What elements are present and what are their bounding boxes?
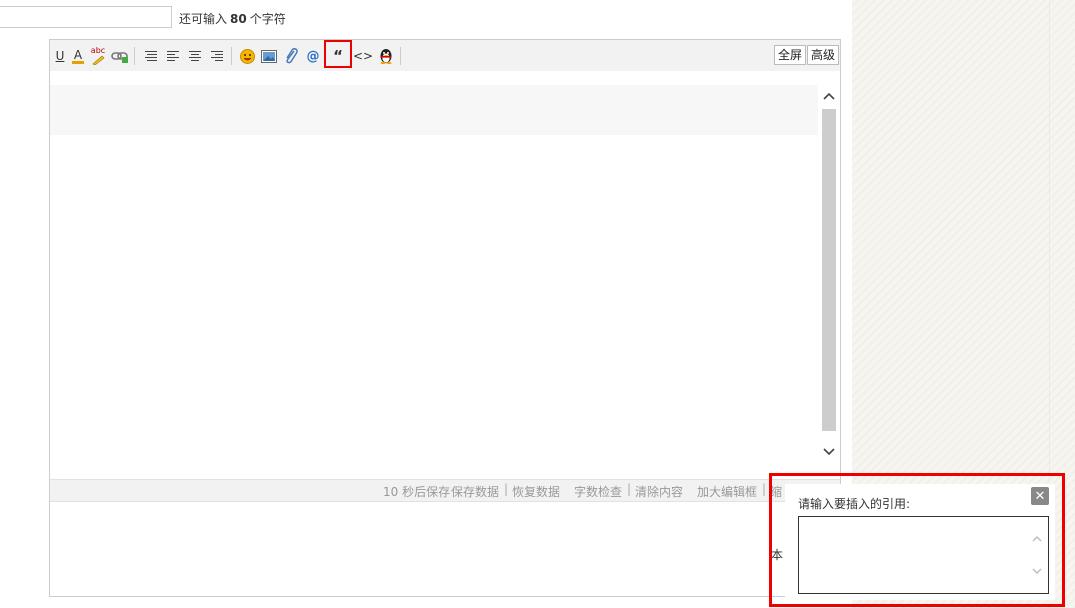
attachment-icon[interactable] — [281, 46, 301, 66]
spellcheck-glyph: abc — [90, 46, 106, 55]
smiley-face — [239, 48, 255, 64]
rich-text-editor: U A abc @ “ <> 全屏 高级 10 秒后保存 保存数据 | 恢复数据… — [49, 39, 841, 597]
quote-popup-highlight — [769, 473, 1065, 607]
autosave-countdown: 10 秒后保存 — [383, 485, 451, 499]
toolbar-separator — [134, 47, 135, 65]
editor-scrollbar[interactable] — [822, 109, 836, 431]
enlarge-editor-link[interactable]: 加大编辑框 — [697, 483, 757, 500]
align-left-lines — [167, 51, 179, 61]
scroll-down-icon[interactable] — [821, 443, 837, 461]
char-limit-suffix: 个字符 — [249, 12, 286, 26]
toolbar-separator — [231, 47, 232, 65]
save-data-link[interactable]: 保存数据 — [451, 483, 499, 500]
quote-button-highlight — [324, 40, 352, 68]
align-right-lines — [211, 51, 223, 61]
word-count-check-link[interactable]: 字数检查 — [574, 483, 622, 500]
align-right-icon[interactable] — [207, 46, 227, 66]
chevron-up-icon — [823, 92, 835, 100]
clear-content-link[interactable]: 清除内容 — [635, 483, 683, 500]
font-color-icon[interactable]: A — [68, 46, 88, 66]
chevron-down-icon — [823, 448, 835, 456]
char-limit-count: 80 — [230, 12, 247, 26]
char-limit-hint: 还可输入 80 个字符 — [179, 10, 286, 27]
at-mention-icon[interactable]: @ — [303, 46, 323, 66]
qq-penguin-icon[interactable] — [376, 46, 396, 66]
paperclip — [286, 48, 298, 64]
pencil-icon — [92, 55, 105, 65]
font-color-bar — [72, 60, 84, 64]
link-icon[interactable] — [110, 46, 130, 66]
align-center-lines — [189, 51, 201, 61]
toolbar-separator — [400, 47, 401, 65]
link-chain-icon — [111, 52, 128, 63]
image-icon[interactable] — [259, 46, 279, 66]
main-panel: 还可输入 80 个字符 U A abc @ “ <> 全屏 高级 10 秒后保存… — [0, 0, 852, 608]
editor-content-area[interactable] — [50, 71, 840, 479]
char-limit-prefix: 还可输入 — [179, 12, 228, 26]
code-icon[interactable]: <> — [353, 46, 373, 66]
scroll-up-icon[interactable] — [821, 87, 837, 105]
advanced-button[interactable]: 高级 — [807, 45, 840, 65]
penguin — [380, 49, 392, 64]
image-picture — [261, 49, 277, 63]
code-glyph: <> — [352, 49, 374, 63]
restore-data-link[interactable]: 恢复数据 — [512, 483, 560, 500]
underline-glyph: U — [55, 49, 65, 63]
editor-toolbar: U A abc @ “ <> 全屏 高级 — [50, 40, 840, 72]
editor-status-bar: 10 秒后保存 保存数据 | 恢复数据 字数检查 | 清除内容 加大编辑框 | … — [50, 479, 840, 502]
underline-icon[interactable]: U — [50, 46, 70, 66]
status-divider: | — [627, 482, 632, 496]
align-center-icon[interactable] — [185, 46, 205, 66]
smiley-icon[interactable] — [237, 46, 257, 66]
editor-top-band — [50, 85, 818, 135]
align-justify-icon[interactable] — [141, 46, 161, 66]
align-left-icon[interactable] — [163, 46, 183, 66]
title-input[interactable] — [0, 6, 172, 28]
spellcheck-icon[interactable]: abc — [88, 46, 108, 66]
align-justify-lines — [145, 51, 157, 61]
font-color-glyph: A — [73, 47, 83, 62]
fullscreen-button[interactable]: 全屏 — [774, 45, 807, 65]
status-divider: | — [504, 482, 509, 496]
status-divider: | — [762, 482, 767, 496]
